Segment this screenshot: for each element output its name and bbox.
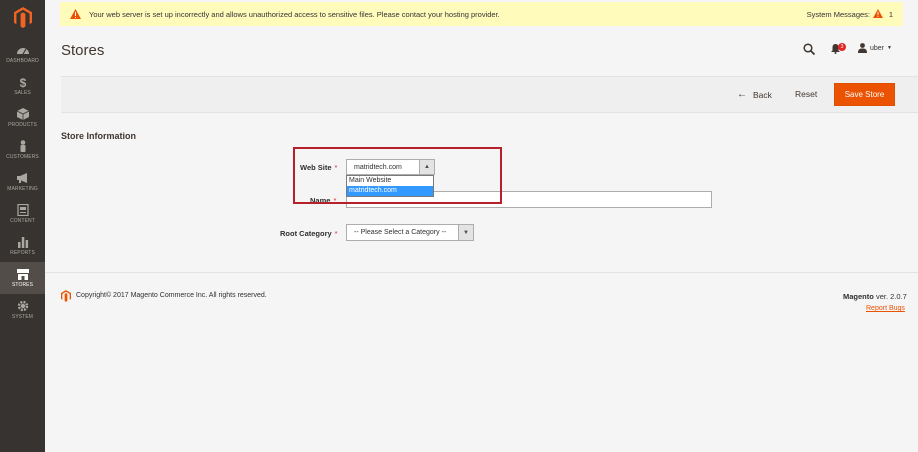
system-messages-label[interactable]: System Messages: (807, 10, 870, 19)
warning-icon[interactable] (873, 9, 883, 18)
megaphone-icon (16, 173, 27, 183)
magento-logo-icon (61, 290, 71, 302)
warning-icon (70, 9, 81, 19)
sidebar-label: MARKETING (7, 186, 38, 192)
root-category-label: Root Category * (280, 229, 338, 238)
sidebar-item-sales[interactable]: $ SALES (0, 70, 45, 102)
dashboard-icon (16, 48, 29, 55)
user-menu[interactable]: uber ▼ (858, 43, 892, 53)
required-mark: * (334, 229, 338, 238)
magento-version: Magento ver. 2.0.7 (843, 292, 907, 301)
sidebar-item-content[interactable]: CONTENT (0, 198, 45, 230)
copyright-text: Copyright© 2017 Magento Commerce Inc. Al… (76, 292, 267, 299)
sidebar-label: STORES (11, 282, 34, 288)
person-icon (20, 140, 25, 152)
sidebar-label: DASHBOARD (6, 58, 39, 64)
root-category-select[interactable]: -- Please Select a Category -- ▼ (346, 224, 474, 241)
section-title: Store Information (61, 131, 137, 141)
sidebar-label: SALES (14, 90, 31, 96)
search-icon[interactable] (803, 43, 815, 55)
system-notice-bar: Your web server is set up incorrectly an… (60, 2, 903, 26)
user-icon (858, 43, 867, 53)
magento-logo-icon (13, 6, 32, 28)
reset-button[interactable]: Reset (795, 89, 817, 99)
root-category-label-text: Root Category (280, 229, 332, 238)
footer-brand: Magento (843, 292, 874, 301)
sidebar-item-reports[interactable]: REPORTS (0, 230, 45, 262)
caret-down-icon: ▼ (458, 225, 473, 240)
sidebar-item-marketing[interactable]: MARKETING (0, 166, 45, 198)
root-category-select-value: -- Please Select a Category -- (354, 229, 447, 236)
back-button[interactable]: ← Back (737, 89, 772, 100)
sidebar-item-system[interactable]: SYSTEM (0, 294, 45, 326)
user-name: uber (870, 44, 885, 52)
sidebar-label: SYSTEM (11, 314, 34, 320)
box-icon (16, 108, 29, 120)
page-title: Stores (61, 42, 105, 59)
sidebar-item-products[interactable]: PRODUCTS (0, 102, 45, 134)
sidebar-label: PRODUCTS (8, 122, 37, 128)
chevron-down-icon: ▼ (887, 45, 892, 51)
admin-sidebar: DASHBOARD $ SALES PRODUCTS CUSTOMERS MAR… (0, 0, 45, 452)
notice-message: Your web server is set up incorrectly an… (89, 9, 500, 19)
highlight-box (293, 147, 502, 204)
footer-version: ver. 2.0.7 (875, 292, 907, 301)
footer-divider (45, 272, 918, 273)
notification-badge[interactable]: 3 (838, 43, 846, 51)
bar-chart-icon (17, 237, 28, 248)
sidebar-item-customers[interactable]: CUSTOMERS (0, 134, 45, 166)
sidebar-label: CONTENT (10, 218, 35, 224)
sidebar-item-stores[interactable]: STORES (0, 262, 45, 294)
content-icon (16, 204, 29, 216)
page-actions-bar (61, 76, 918, 113)
sidebar-item-dashboard[interactable]: DASHBOARD (0, 38, 45, 70)
sidebar-label: CUSTOMERS (6, 154, 39, 160)
magento-logo[interactable] (0, 0, 45, 34)
dollar-icon: $ (19, 76, 26, 88)
report-bugs-link[interactable]: Report Bugs (866, 305, 905, 312)
arrow-left-icon: ← (737, 89, 747, 100)
sidebar-label: REPORTS (10, 250, 35, 256)
gear-icon (17, 300, 28, 312)
store-icon (16, 269, 29, 280)
back-button-label: Back (753, 89, 772, 100)
save-store-button[interactable]: Save Store (834, 83, 895, 106)
svg-text:$: $ (19, 76, 26, 88)
system-messages-count[interactable]: 1 (889, 10, 893, 19)
